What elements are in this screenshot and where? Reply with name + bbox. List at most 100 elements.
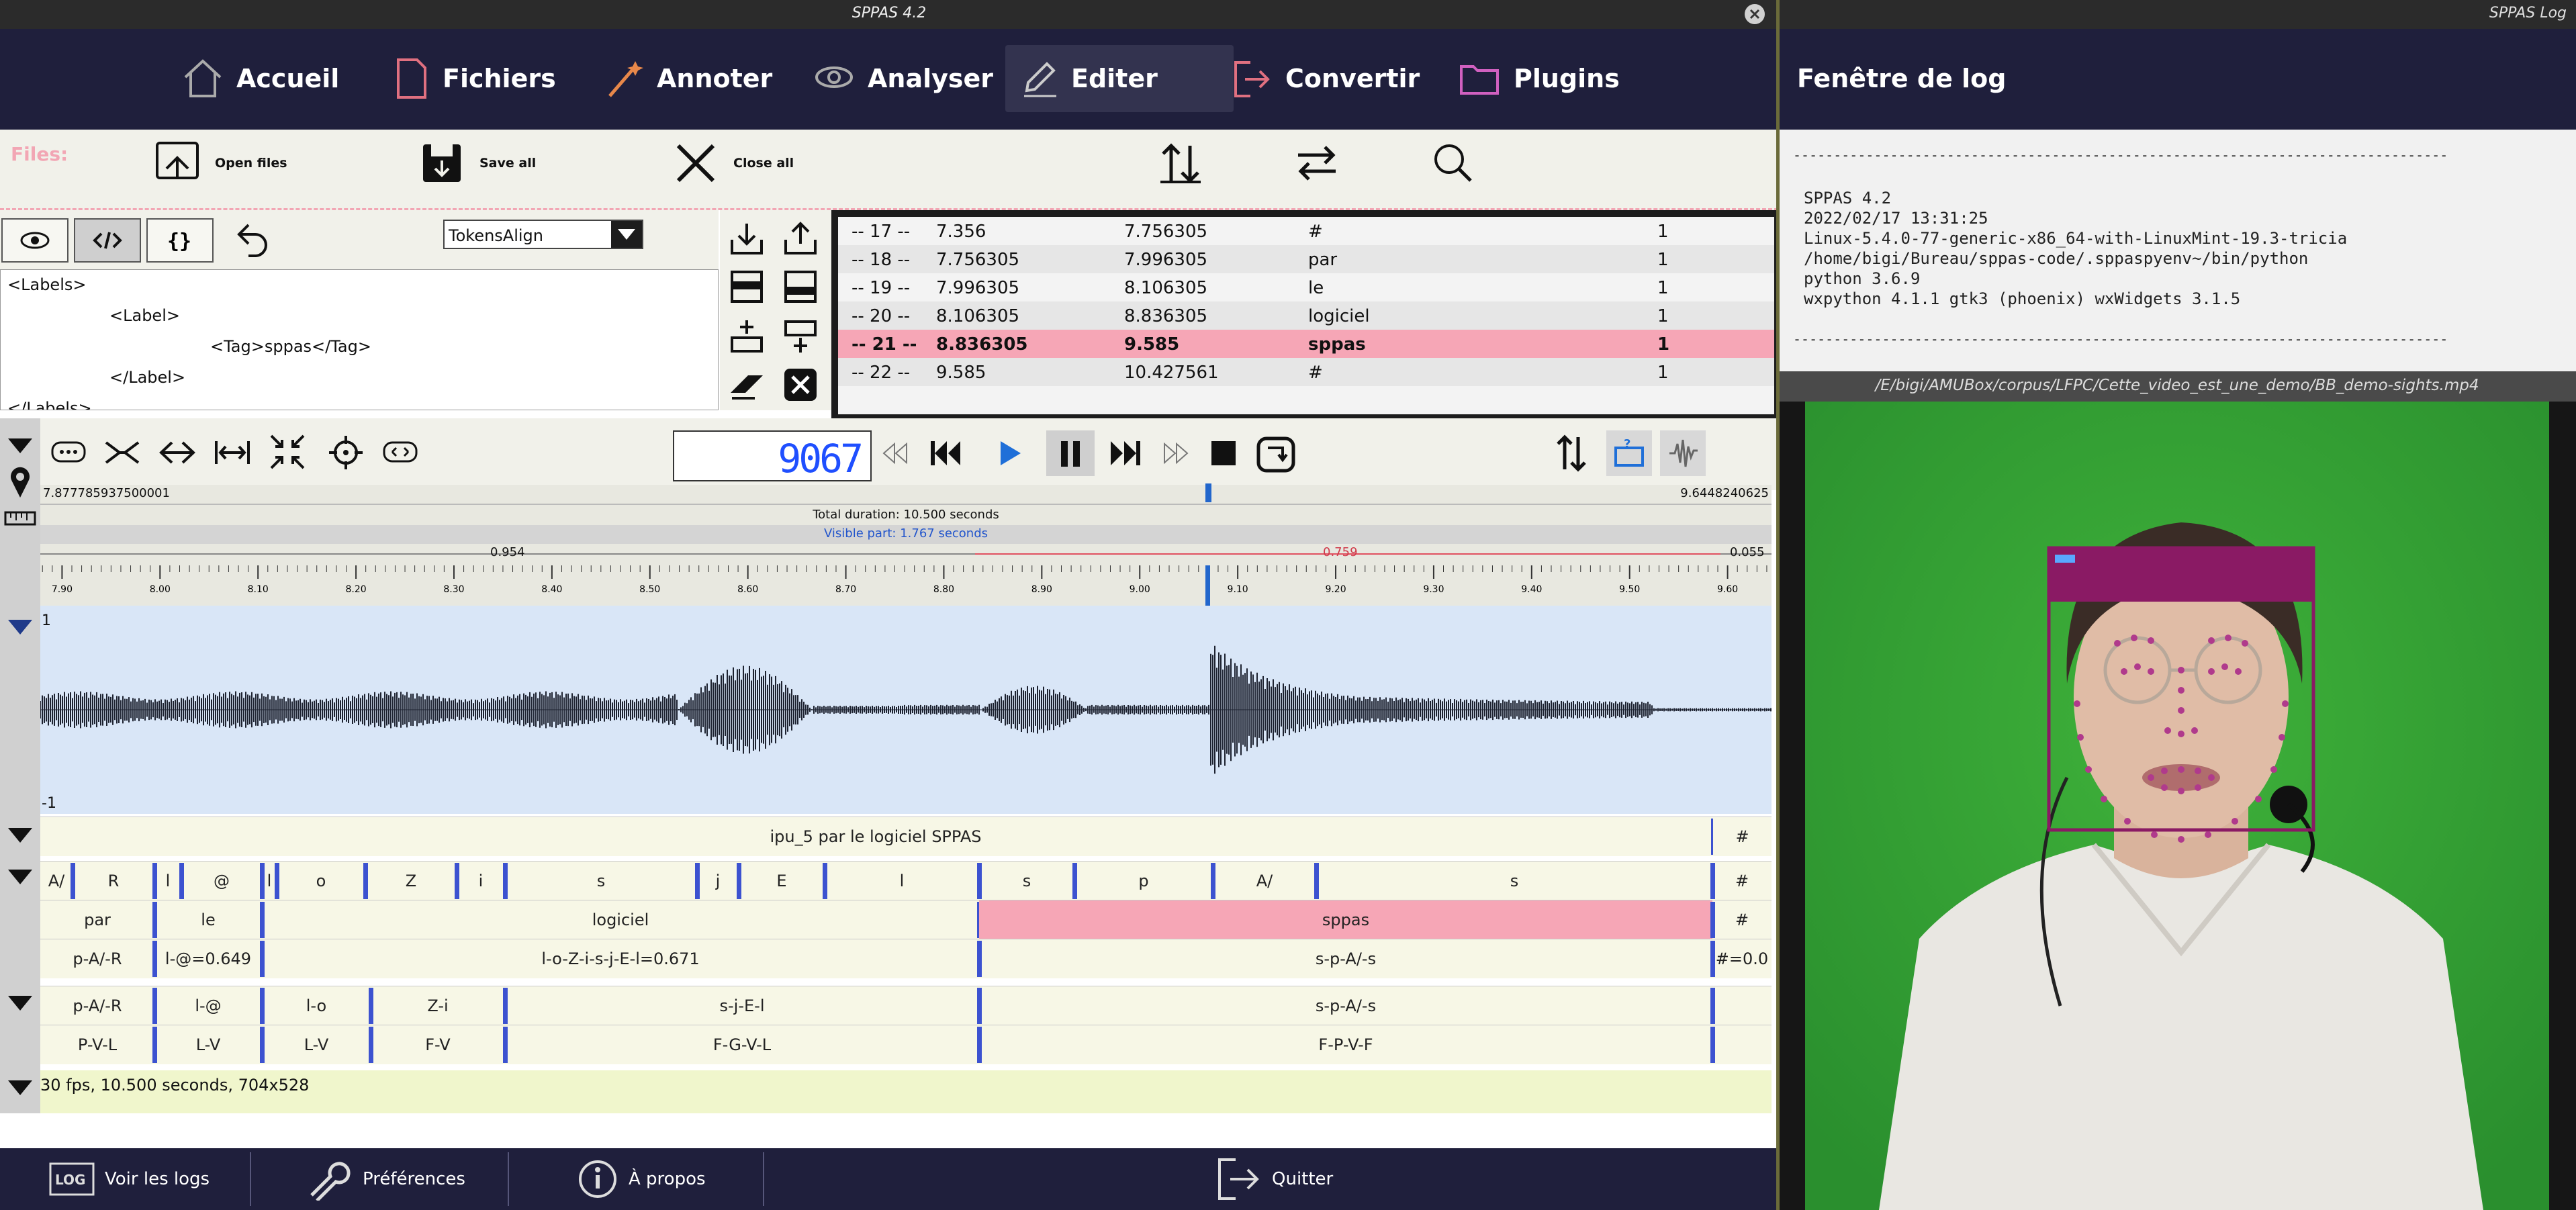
- pin-icon[interactable]: [5, 465, 35, 499]
- tier-segment[interactable]: Z-i: [371, 986, 505, 1025]
- tier-segment[interactable]: #: [1712, 862, 1772, 900]
- tier-export-icon[interactable]: [782, 220, 819, 257]
- add-after-icon[interactable]: [782, 318, 819, 355]
- open-files-button[interactable]: Open files: [153, 136, 287, 190]
- close-all-button[interactable]: Close all: [672, 136, 794, 190]
- pane-divider[interactable]: [1776, 0, 1780, 1210]
- fit-width-icon[interactable]: [214, 436, 251, 469]
- tier-segment[interactable]: le: [154, 900, 262, 939]
- annotation-row[interactable]: -- 20 -- 8.106305 8.836305 logiciel 1: [838, 301, 1774, 330]
- add-before-icon[interactable]: [728, 318, 766, 355]
- tier-segment[interactable]: p-A/-R: [40, 986, 154, 1025]
- tier-segment[interactable]: p-A/-R: [40, 939, 154, 978]
- tier-segment[interactable]: s: [979, 862, 1074, 900]
- waveform-toggle-button[interactable]: [1660, 430, 1706, 476]
- vertical-zoom-icon[interactable]: [1553, 434, 1590, 472]
- target-icon[interactable]: [328, 434, 364, 471]
- tier-segment[interactable]: Z: [365, 862, 457, 900]
- tier-segment[interactable]: i: [457, 862, 505, 900]
- stop-icon[interactable]: [1210, 440, 1237, 467]
- annotation-row[interactable]: -- 22 -- 9.585 10.427561 #1: [838, 358, 1774, 386]
- collapse-icon[interactable]: [5, 436, 35, 456]
- collapse-phones-icon[interactable]: [5, 867, 35, 887]
- nav-annoter[interactable]: Annoter: [591, 45, 786, 112]
- video-frame[interactable]: [1778, 402, 2576, 1210]
- annotation-row[interactable]: -- 21 -- 8.836305 9.585 sppas 1: [838, 330, 1774, 358]
- tier-segment[interactable]: p: [1074, 862, 1213, 900]
- preferences-button[interactable]: Préférences: [306, 1148, 465, 1210]
- zoom-selection-icon[interactable]: [50, 438, 87, 465]
- tier-segment[interactable]: s: [505, 862, 697, 900]
- zoom-in-icon[interactable]: [103, 436, 141, 469]
- nav-plugins[interactable]: Plugins: [1444, 45, 1633, 112]
- tier-segment[interactable]: l: [154, 862, 181, 900]
- swap-button[interactable]: [1293, 136, 1341, 190]
- rewind-icon[interactable]: [881, 438, 911, 468]
- ruler-icon[interactable]: [4, 508, 36, 528]
- tier-boundary[interactable]: [1710, 1027, 1715, 1063]
- tier-segment[interactable]: s-p-A/-s: [979, 986, 1712, 1025]
- search-button[interactable]: [1429, 136, 1477, 190]
- tier-segment[interactable]: l-@: [154, 986, 262, 1025]
- pause-button[interactable]: [1046, 430, 1095, 476]
- tier-segment[interactable]: logiciel: [262, 900, 979, 939]
- tier-select[interactable]: TokensAlign: [443, 220, 643, 249]
- annotation-row[interactable]: -- 17 -- 7.356 7.756305 #1: [838, 217, 1774, 245]
- tier-segment[interactable]: s-p-A/-s: [979, 939, 1712, 978]
- prev-icon[interactable]: [928, 437, 963, 469]
- about-button[interactable]: À propos: [576, 1148, 706, 1210]
- tier-segment[interactable]: #=0.0: [1712, 939, 1772, 978]
- tier-segment[interactable]: A/: [1213, 862, 1316, 900]
- nav-fichiers[interactable]: Fichiers: [379, 45, 569, 112]
- syllables-tier[interactable]: p-A/-R l-@ l-o Z-i s-j-E-l s-p-A/-s: [40, 986, 1772, 1025]
- zoom-all-icon[interactable]: [381, 438, 419, 465]
- undo-button[interactable]: [228, 220, 275, 260]
- nav-accueil[interactable]: Accueil: [168, 45, 353, 112]
- xml-view-button[interactable]: [74, 218, 141, 263]
- next-icon[interactable]: [1108, 437, 1143, 469]
- tier-segment[interactable]: l-o-Z-i-s-j-E-l=0.671: [262, 939, 979, 978]
- tier-segment[interactable]: R: [73, 862, 154, 900]
- zoom-out-icon[interactable]: [158, 436, 196, 469]
- fast-forward-icon[interactable]: [1162, 438, 1191, 468]
- tier-segment[interactable]: sppas: [979, 900, 1712, 939]
- tokens-tier[interactable]: par le logiciel sppas #: [40, 900, 1772, 939]
- annotation-row[interactable]: -- 19 -- 7.996305 8.106305 le 1: [838, 273, 1774, 301]
- log-pane[interactable]: ----------------------------------------…: [1778, 130, 2576, 371]
- quit-button[interactable]: Quitter: [1215, 1148, 1333, 1210]
- tier-segment[interactable]: P-V-L: [40, 1025, 154, 1064]
- tier-segment[interactable]: j: [697, 862, 739, 900]
- tier-segment[interactable]: l-@=0.649: [154, 939, 262, 978]
- repeat-icon[interactable]: [1256, 436, 1296, 473]
- collapse-wave-icon[interactable]: [5, 617, 35, 637]
- play-icon[interactable]: [994, 437, 1026, 469]
- tier-segment[interactable]: par: [40, 900, 154, 939]
- nav-convertir[interactable]: Convertir: [1217, 45, 1433, 112]
- tier-segment[interactable]: A/: [40, 862, 73, 900]
- tier-segment[interactable]: s-j-E-l: [505, 986, 979, 1025]
- tier-segment[interactable]: F-G-V-L: [505, 1025, 979, 1064]
- tier-segment[interactable]: E: [739, 862, 825, 900]
- nav-editer[interactable]: Editer: [1005, 45, 1234, 112]
- shrink-icon[interactable]: [269, 433, 306, 471]
- merge-next-icon[interactable]: [782, 268, 819, 306]
- tier-segment[interactable]: @: [181, 862, 262, 900]
- json-view-button[interactable]: {}: [146, 218, 214, 263]
- view-logs-button[interactable]: LOG Voir les logs: [48, 1148, 210, 1210]
- collapse-video-icon[interactable]: [5, 1078, 35, 1098]
- tier-segment[interactable]: l: [825, 862, 979, 900]
- xml-editor[interactable]: <Labels> <Label> <Tag>sppas</Tag> </Labe…: [0, 269, 719, 410]
- sort-button[interactable]: [1156, 136, 1205, 190]
- classes-tier[interactable]: P-V-L L-V L-V F-V F-G-V-L F-P-V-F: [40, 1025, 1772, 1064]
- annotation-row[interactable]: -- 18 -- 7.756305 7.996305 par 1: [838, 245, 1774, 273]
- collapse-ipu-icon[interactable]: [5, 825, 35, 845]
- timeline-ruler[interactable]: 7.877785937500001 9.6448240625 Total dur…: [40, 483, 1772, 606]
- tier-segment[interactable]: s: [1316, 862, 1712, 900]
- playhead-marker[interactable]: [1205, 483, 1211, 502]
- tier-help-button[interactable]: ?: [1606, 430, 1652, 476]
- save-all-button[interactable]: Save all: [418, 136, 536, 190]
- tier-segment[interactable]: L-V: [262, 1025, 371, 1064]
- view-button[interactable]: [1, 218, 68, 263]
- merge-prev-icon[interactable]: [728, 268, 766, 306]
- tier-boundary[interactable]: [1710, 988, 1715, 1024]
